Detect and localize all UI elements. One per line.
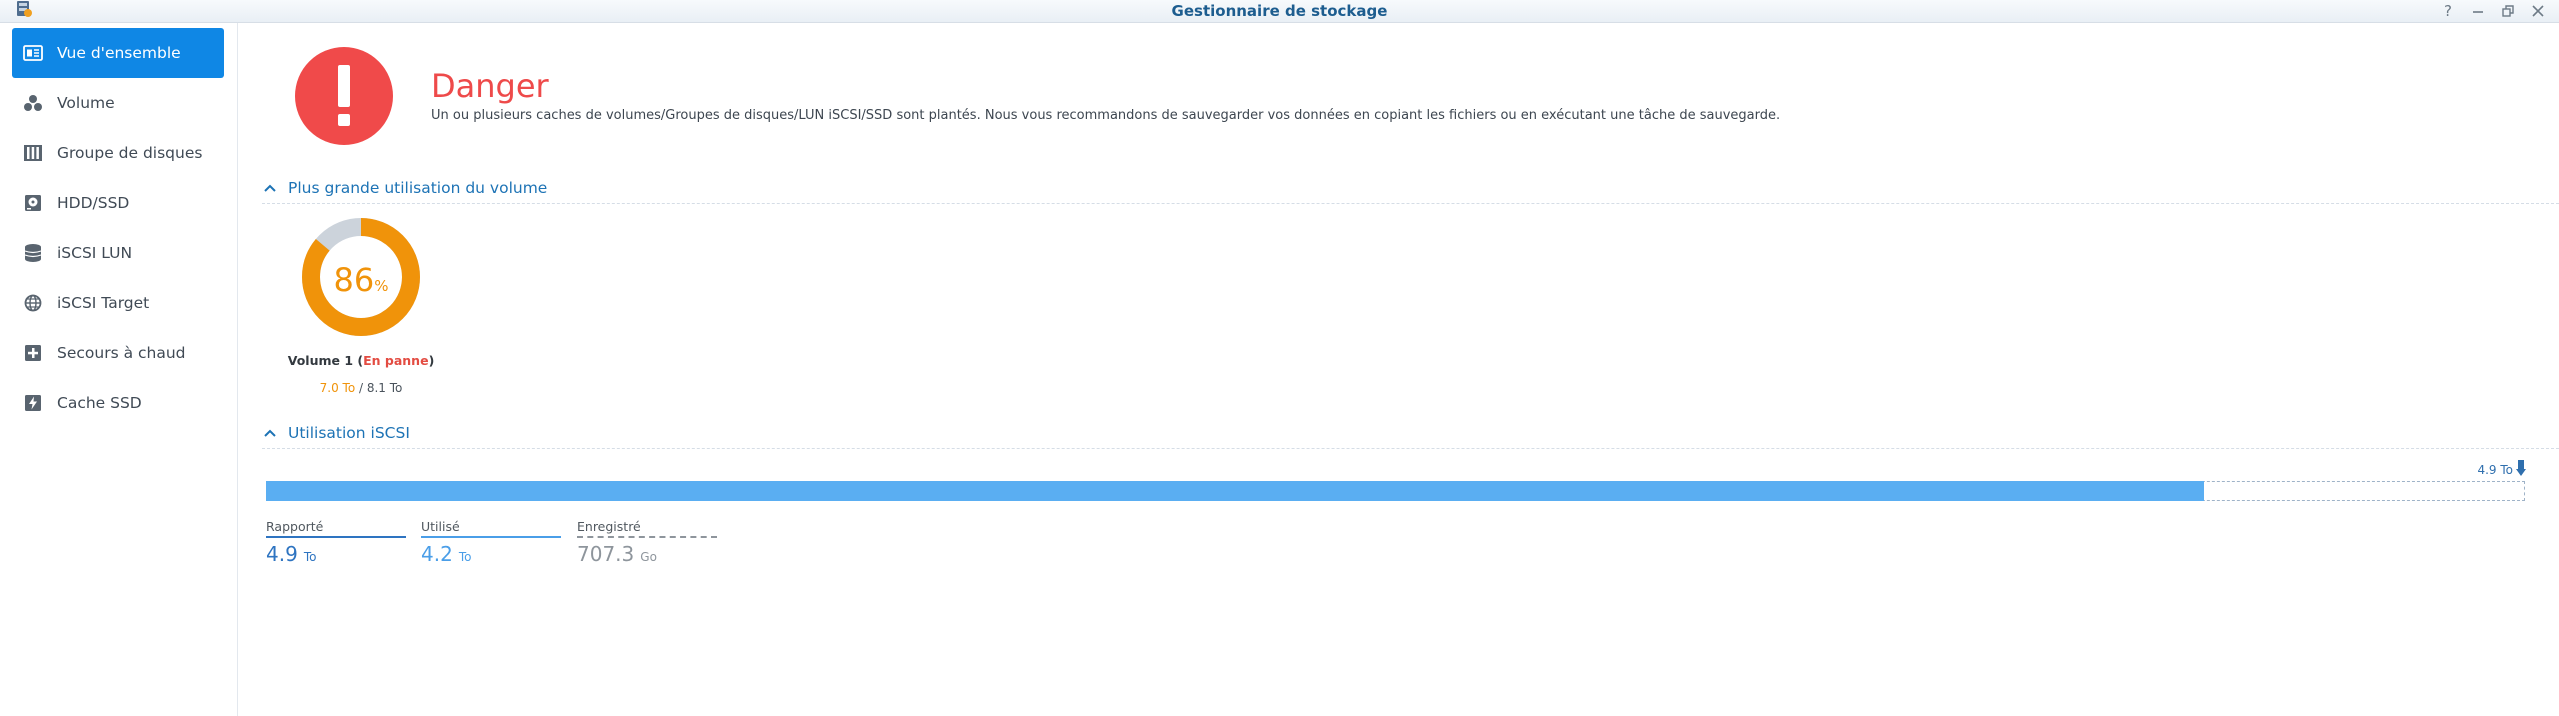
title-bar: Gestionnaire de stockage ? (0, 0, 2559, 23)
sidebar-item-label: Secours à chaud (57, 344, 186, 362)
stat-value: 707.3 (577, 542, 635, 566)
volume-icon (22, 92, 44, 114)
window-title: Gestionnaire de stockage (1171, 2, 1388, 20)
stat-value-line: 4.2 To (421, 542, 561, 566)
volume-name-line: Volume 1 (En panne) (287, 353, 435, 368)
sidebar-item-iscsi-lun[interactable]: iSCSI LUN (12, 228, 224, 278)
capacity-marker-icon (2516, 460, 2526, 476)
stat-value: 4.2 (421, 542, 453, 566)
disk-group-icon (22, 142, 44, 164)
sidebar-item-hot-spare[interactable]: Secours à chaud (12, 328, 224, 378)
usage-percent-sign: % (374, 277, 389, 295)
stat-used: Utilisé 4.2 To (421, 519, 561, 566)
status-title: Danger (431, 67, 549, 105)
sidebar-item-label: iSCSI Target (57, 294, 150, 312)
volume-total: 8.1 To (366, 381, 403, 395)
sidebar-item-disk-group[interactable]: Groupe de disques (12, 128, 224, 178)
stat-label: Utilisé (421, 519, 460, 534)
stat-reported: Rapporté 4.9 To (266, 519, 406, 566)
overview-icon (22, 42, 44, 64)
sidebar-item-label: Volume (57, 94, 115, 112)
sidebar-item-label: iSCSI LUN (57, 244, 133, 262)
section-header-volume-usage[interactable]: Plus grande utilisation du volume (262, 177, 547, 199)
stat-unit: To (303, 550, 317, 564)
volume-name: Volume 1 (287, 353, 354, 368)
close-icon[interactable] (2527, 2, 2549, 20)
sidebar-item-label: HDD/SSD (57, 194, 130, 212)
sidebar-item-label: Groupe de disques (57, 144, 203, 162)
stat-value: 4.9 (266, 542, 298, 566)
minimize-icon[interactable] (2467, 2, 2489, 20)
sidebar-item-overview[interactable]: Vue d'ensemble (12, 28, 224, 78)
chevron-up-icon (264, 429, 276, 437)
sidebar-item-iscsi-target[interactable]: iSCSI Target (12, 278, 224, 328)
volume-used: 7.0 To (319, 381, 356, 395)
section-divider (262, 203, 2559, 204)
sidebar-item-ssd-cache[interactable]: Cache SSD (12, 378, 224, 428)
stat-unit: To (458, 550, 472, 564)
section-divider (262, 448, 2559, 449)
sidebar-item-volume[interactable]: Volume (12, 78, 224, 128)
chevron-up-icon (264, 184, 276, 192)
stat-label: Enregistré (577, 519, 641, 534)
stat-unit: Go (640, 550, 657, 564)
sidebar-item-hdd-ssd[interactable]: HDD/SSD (12, 178, 224, 228)
main-content: Danger Un ou plusieurs caches de volumes… (238, 23, 2559, 716)
section-title: Plus grande utilisation du volume (288, 179, 548, 197)
stat-value-line: 707.3 Go (577, 542, 717, 566)
ssd-cache-icon (22, 392, 44, 414)
hot-spare-icon (22, 342, 44, 364)
stat-underline (266, 536, 406, 538)
section-title: Utilisation iSCSI (288, 424, 410, 442)
capacity-separator: / (355, 381, 367, 395)
stat-label: Rapporté (266, 519, 324, 534)
globe-icon (22, 292, 44, 314)
restore-icon[interactable] (2497, 2, 2519, 20)
exclamation-icon (295, 47, 393, 145)
sidebar-item-label: Cache SSD (57, 394, 142, 412)
stat-saved: Enregistré 707.3 Go (577, 519, 717, 566)
volume-capacity: 7.0 To / 8.1 To (238, 381, 484, 395)
section-header-iscsi-usage[interactable]: Utilisation iSCSI (262, 422, 410, 444)
sidebar-item-label: Vue d'ensemble (57, 44, 181, 62)
usage-percentage: 86% (299, 261, 423, 299)
status-description: Un ou plusieurs caches de volumes/Groupe… (431, 108, 1781, 123)
help-icon[interactable]: ? (2437, 2, 2459, 20)
stat-value-line: 4.9 To (266, 542, 406, 566)
stat-underline (421, 536, 561, 538)
volume-status: En panne (363, 353, 429, 368)
iscsi-usage-bar-fill (266, 481, 2204, 501)
stat-underline (577, 536, 717, 538)
hdd-icon (22, 192, 44, 214)
lun-icon (22, 242, 44, 264)
bar-marker-label: 4.9 To (2477, 463, 2513, 477)
usage-percent-value: 86 (333, 261, 375, 299)
sidebar: Vue d'ensemble Volume Groupe de disques … (0, 23, 238, 716)
